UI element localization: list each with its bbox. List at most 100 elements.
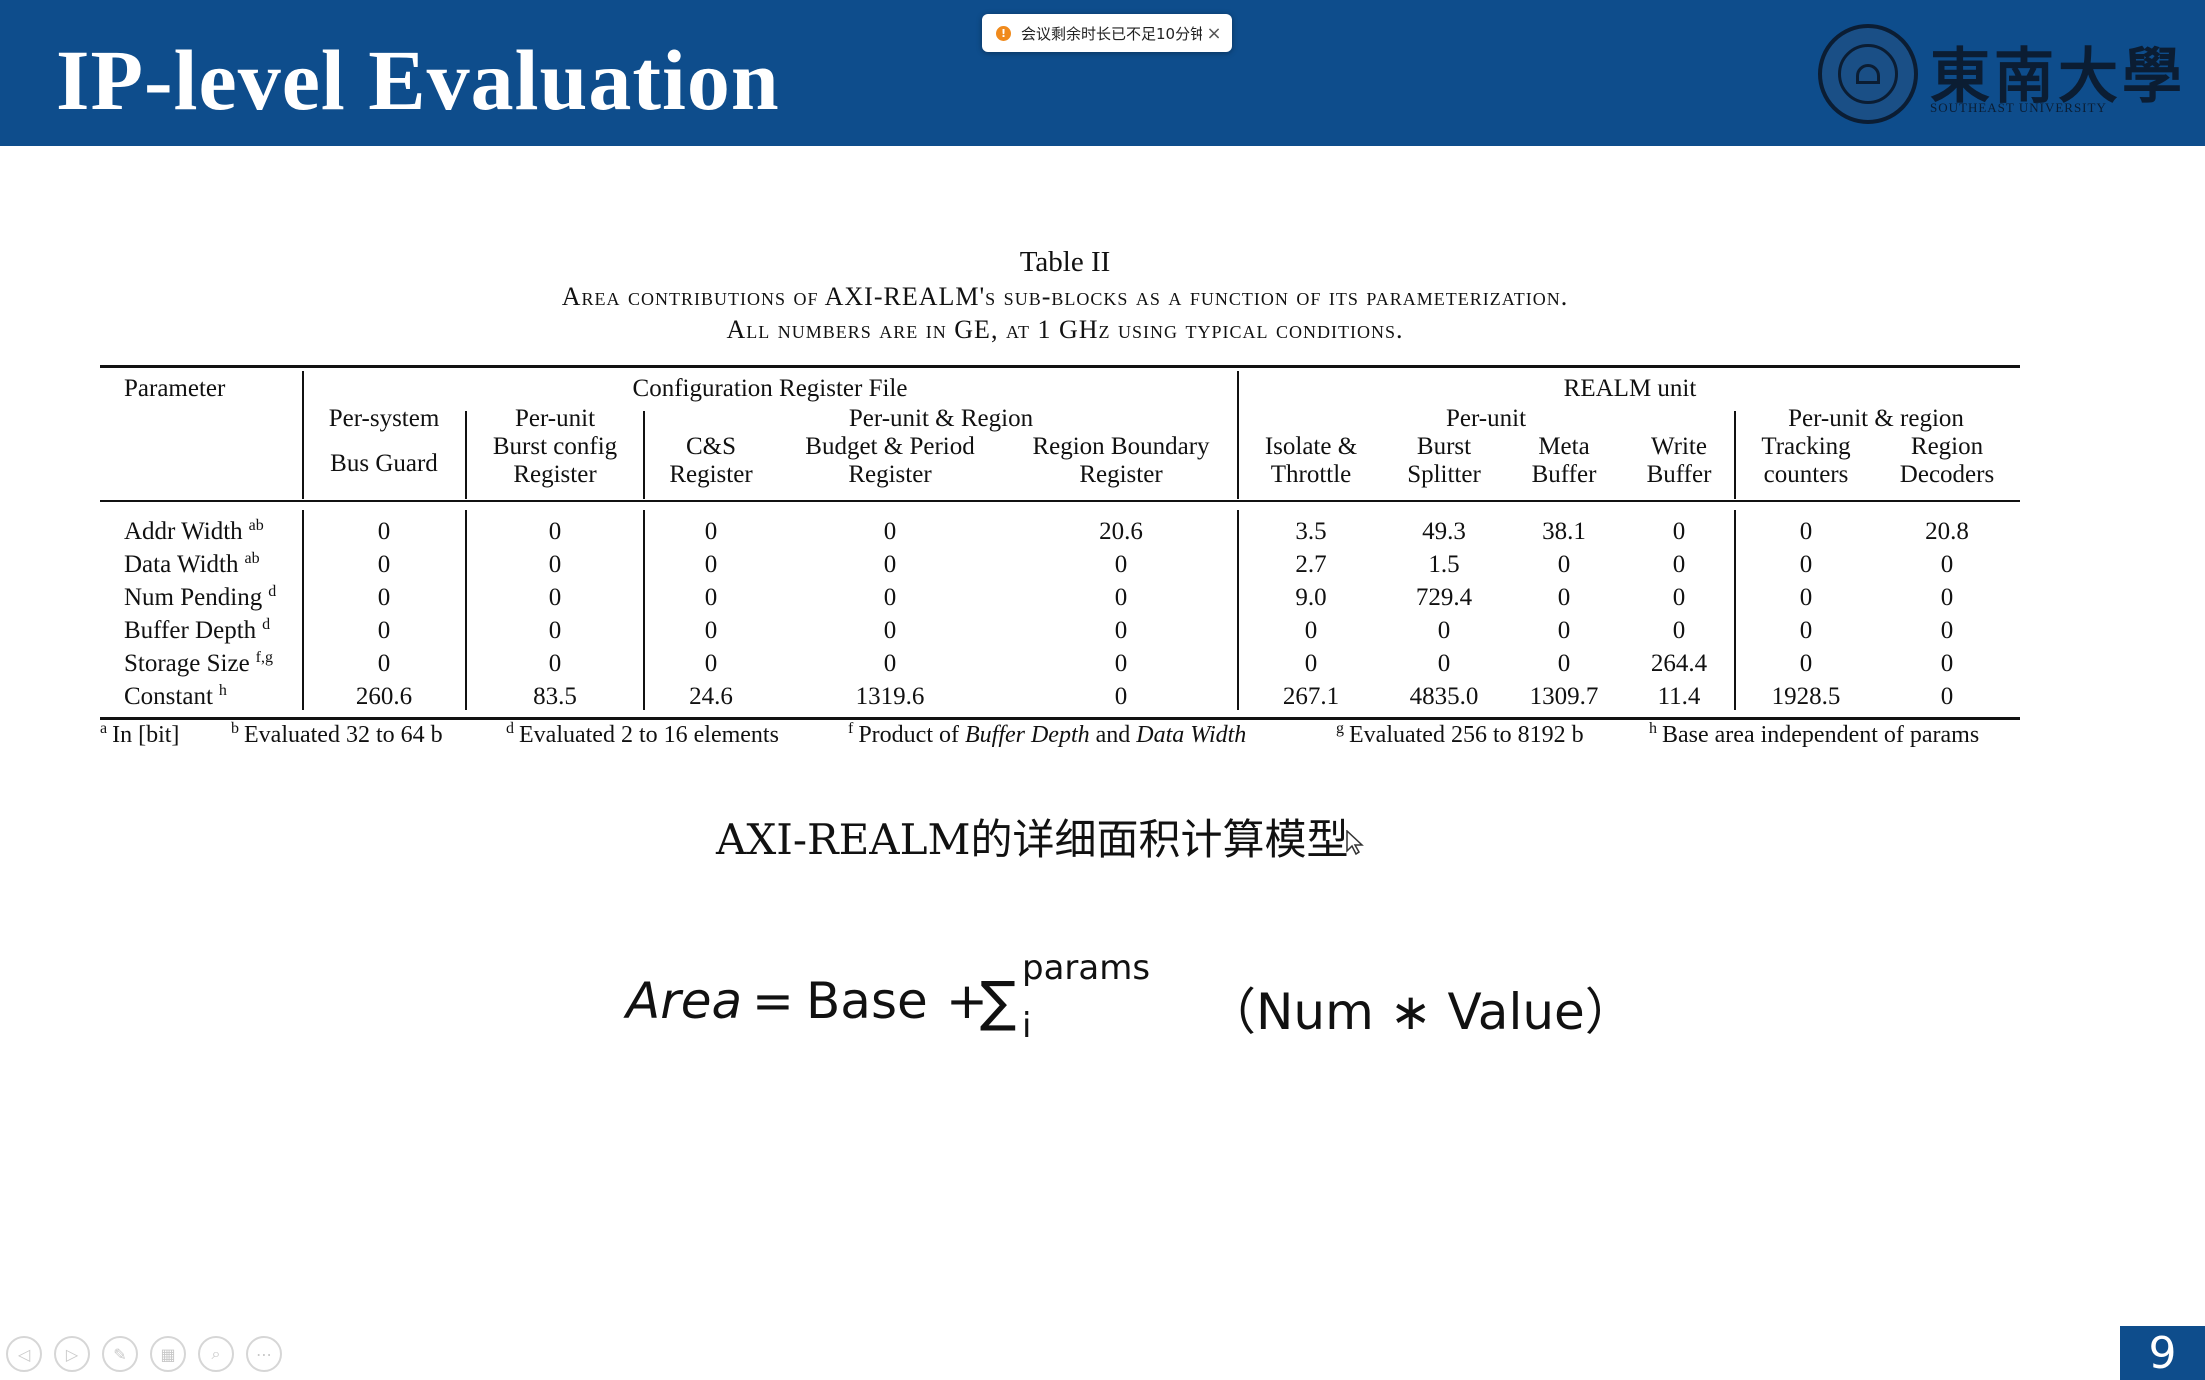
slides-grid-icon[interactable]: ▦ (150, 1336, 186, 1372)
header-write-buffer: Write (1651, 433, 1707, 460)
area-model-subtitle: AXI-REALM的详细面积计算模型 (716, 815, 1349, 864)
more-options-icon[interactable]: ⋯ (246, 1336, 282, 1372)
row-label-footnote-mark: d (268, 582, 277, 600)
area-formula: Area = Base + ∑ params i （Num ∗ Value） (626, 948, 1635, 1046)
table-cell: 1319.6 (855, 683, 925, 710)
table-cell: 0 (704, 650, 718, 677)
table-top-rule (100, 365, 2020, 368)
footnote-a: a In [bit] (100, 720, 180, 749)
table-cell: 0 (1799, 551, 1813, 578)
table-cell: 4835.0 (1409, 683, 1479, 710)
university-logo: 東南大學 SOUTHEAST UNIVERSITY (1818, 24, 2182, 128)
table-cell: 0 (548, 551, 562, 578)
row-label-text: Num Pending (124, 584, 263, 611)
table-cell: 0 (883, 551, 897, 578)
col-divider (1237, 371, 1239, 499)
table-cell: 0 (377, 617, 391, 644)
formula-area: Area (626, 972, 743, 1030)
table-cell: 267.1 (1282, 683, 1340, 710)
table-cell: 0 (1672, 518, 1686, 545)
table-cell: 0 (1114, 551, 1128, 578)
header-meta-buffer-2: Buffer (1531, 461, 1597, 488)
table-cell: 20.6 (1099, 518, 1143, 545)
mouse-cursor-icon (1346, 830, 1364, 856)
table-cell: 0 (377, 551, 391, 578)
formula-equals: = (752, 972, 794, 1030)
table-cell: 2.7 (1295, 551, 1327, 578)
zoom-icon[interactable]: ⌕ (198, 1336, 234, 1372)
header-region-decoders-2: Decoders (1899, 461, 1995, 488)
table-cell: 0 (883, 650, 897, 677)
header-cs-2: Register (669, 461, 753, 488)
table-cell: 0 (883, 617, 897, 644)
table-cell: 0 (377, 584, 391, 611)
table-cell: 1928.5 (1771, 683, 1841, 710)
table-cell: 0 (883, 584, 897, 611)
table-bottom-rule (100, 717, 2020, 720)
col-divider (1734, 411, 1736, 499)
table-cell: 0 (1114, 650, 1128, 677)
table-cell: 0 (1557, 617, 1571, 644)
table-cell: 0 (1304, 650, 1318, 677)
footnote-d: d Evaluated 2 to 16 elements (506, 720, 779, 749)
slide-title: IP-level Evaluation (56, 32, 780, 128)
row-label-text: Addr Width (124, 518, 243, 545)
table-cell: 0 (1940, 683, 1954, 710)
header-region-boundary-2: Register (1079, 461, 1163, 488)
header-isolate-2: Throttle (1270, 461, 1352, 488)
header-burst-splitter: Burst (1416, 433, 1472, 460)
table-cell: 0 (1304, 617, 1318, 644)
table-cell: 0 (548, 518, 562, 545)
footnote-g: g Evaluated 256 to 8192 b (1336, 720, 1584, 749)
table-cell: 0 (1114, 617, 1128, 644)
row-label-footnote-mark: ab (248, 516, 264, 534)
col-divider (465, 411, 467, 499)
table-cell: 0 (1799, 650, 1813, 677)
table-label: Table II (1019, 246, 1111, 278)
header-region-decoders: Region (1910, 433, 1984, 460)
header-parameter: Parameter (124, 375, 226, 402)
table-header-rule (100, 500, 2020, 502)
header-per-unit-region-2: Per-unit & region (1788, 405, 1964, 432)
header-cs: C&S (685, 433, 737, 460)
formula-subscript: i (1022, 1006, 1032, 1046)
header-burst-config: Burst config (492, 433, 618, 460)
footnote-h: h Base area independent of params (1649, 720, 1980, 749)
table-cell: 3.5 (1295, 518, 1327, 545)
header-burst-config-2: Register (513, 461, 597, 488)
row-label-footnote-mark: f,g (255, 648, 273, 666)
header-tracking-2: counters (1763, 461, 1849, 488)
col-divider (1734, 510, 1736, 710)
table-cell: 0 (377, 650, 391, 677)
table-cell: 0 (1114, 683, 1128, 710)
row-label-footnote-mark: ab (244, 549, 260, 567)
row-label-text: Storage Size (124, 650, 250, 677)
presentation-controls: ◁ ▷ ✎ ▦ ⌕ ⋯ (6, 1336, 282, 1376)
table-cell: 0 (377, 518, 391, 545)
next-slide-icon[interactable]: ▷ (54, 1336, 90, 1372)
close-icon[interactable]: × (1202, 23, 1226, 44)
meeting-time-toast: ! 会议剩余时长已不足10分钟。 × (982, 14, 1232, 52)
row-label: Storage Size f,g (124, 648, 273, 678)
table-cell: 0 (1940, 617, 1954, 644)
table-cell: 0 (1672, 551, 1686, 578)
table-cell: 0 (883, 518, 897, 545)
header-isolate: Isolate & (1264, 433, 1358, 460)
previous-slide-icon[interactable]: ◁ (6, 1336, 42, 1372)
row-label-text: Data Width (124, 551, 239, 578)
table-cell: 0 (1940, 584, 1954, 611)
pen-icon[interactable]: ✎ (102, 1336, 138, 1372)
table-caption-line-2: All numbers are in GE, at 1 GHz using ty… (726, 315, 1404, 344)
table-cell: 0 (1557, 551, 1571, 578)
table-cell: 0 (704, 551, 718, 578)
row-label-footnote-mark: d (262, 615, 271, 633)
seal-icon (1818, 24, 1918, 124)
table-cell: 83.5 (533, 683, 577, 710)
row-label: Constant h (124, 682, 227, 711)
table-cell: 0 (1437, 650, 1451, 677)
table-cell: 24.6 (689, 683, 733, 710)
col-divider (302, 371, 304, 499)
table-caption-line-1: Area contributions of AXI-REALM's sub-bl… (561, 282, 1569, 311)
table-cell: 0 (1557, 650, 1571, 677)
table-cell: 11.4 (1657, 683, 1701, 710)
